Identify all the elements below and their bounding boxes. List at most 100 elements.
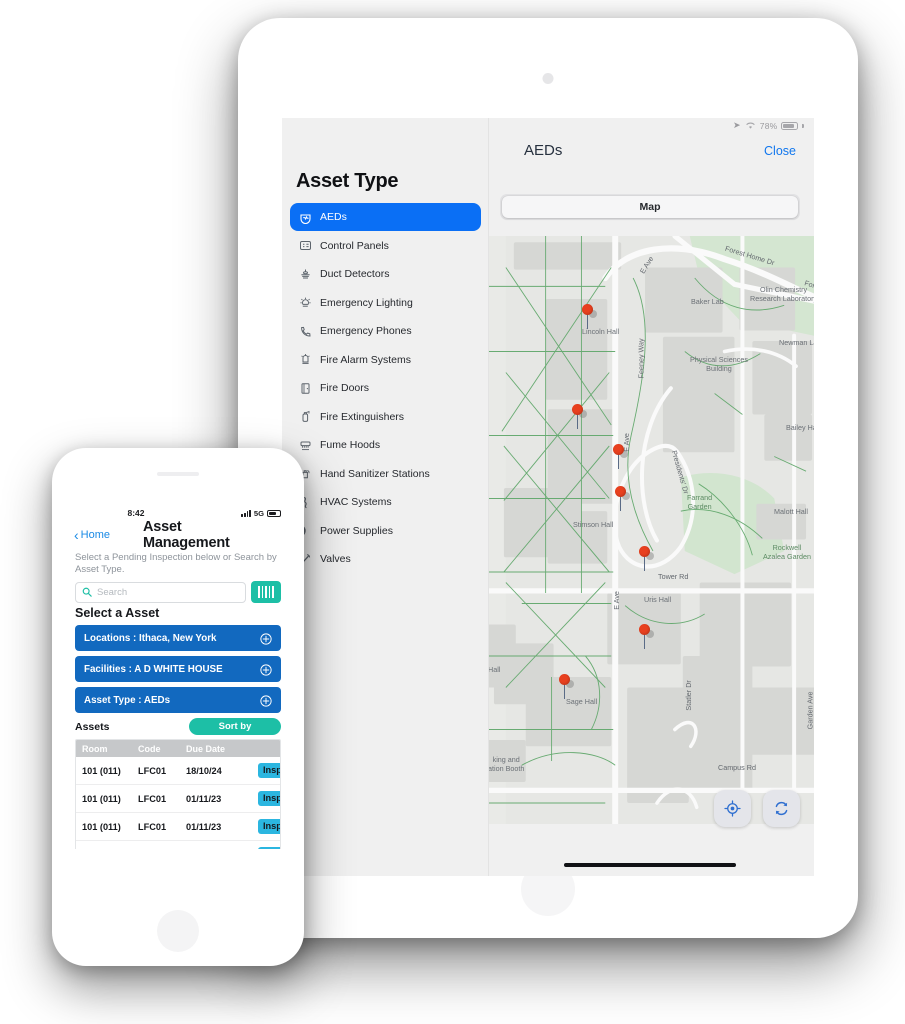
locate-me-button[interactable] bbox=[714, 790, 751, 827]
instructions-text: Select a Pending Inspection below or Sea… bbox=[75, 552, 277, 576]
refresh-icon bbox=[775, 801, 788, 816]
pin-stick bbox=[587, 313, 589, 329]
pin-head bbox=[559, 674, 570, 685]
sidebar-item-power-supplies[interactable]: Power Supplies bbox=[290, 517, 481, 545]
map-pin-marker[interactable] bbox=[615, 486, 630, 512]
location-arrow-icon: ➤ bbox=[733, 120, 741, 130]
map-pin-marker[interactable] bbox=[613, 444, 628, 470]
pin-stick bbox=[564, 683, 566, 699]
pin-stick bbox=[618, 453, 620, 469]
pin-stick bbox=[620, 495, 622, 511]
column-header: Room bbox=[82, 743, 108, 754]
chevron-left-icon: ‹ bbox=[74, 526, 79, 543]
sort-by-button[interactable]: Sort by bbox=[189, 718, 281, 736]
map-pin-marker[interactable] bbox=[639, 624, 654, 650]
sidebar-item-label: HVAC Systems bbox=[320, 496, 392, 508]
map-title: AEDs bbox=[524, 142, 563, 159]
view-segmented-control[interactable]: Map bbox=[500, 194, 800, 220]
page-title: Asset Management bbox=[143, 519, 230, 551]
pin-head bbox=[572, 404, 583, 415]
tab-map[interactable]: Map bbox=[502, 196, 798, 218]
asset-selector-list: Locations : Ithaca, New York Facilities :… bbox=[75, 625, 281, 714]
sidebar-item-valves[interactable]: Valves bbox=[290, 545, 481, 573]
asset-selector-2[interactable]: Facilities : A D WHITE HOUSE bbox=[75, 656, 281, 683]
select-asset-heading: Select a Asset bbox=[75, 606, 160, 621]
phone-screen: 8:42 5G ‹ Home Asset Management Select a… bbox=[66, 504, 290, 849]
table-row: 101 (011) LFC01 01/11/23 Inspect bbox=[76, 785, 280, 814]
back-button[interactable]: ‹ Home bbox=[74, 526, 110, 543]
aed-heart-shield-icon bbox=[300, 213, 311, 224]
close-button[interactable]: Close bbox=[764, 144, 796, 158]
inspect-button[interactable]: Inspect bbox=[258, 819, 280, 835]
sidebar-item-control-panels[interactable]: Control Panels bbox=[290, 232, 481, 260]
plus-circle-icon[interactable] bbox=[260, 694, 272, 707]
status-time: 8:42 bbox=[127, 508, 145, 518]
pin-head bbox=[582, 304, 593, 315]
cell-code: LFC01 bbox=[138, 765, 167, 776]
inspect-button[interactable]: Inspect bbox=[258, 763, 280, 779]
map-pin-marker[interactable] bbox=[639, 546, 654, 572]
sidebar-title: Asset Type bbox=[296, 170, 399, 192]
table-row: 101 (011) LFC01 01/11/23 Inspect bbox=[76, 813, 280, 842]
control-panel-icon-wrap bbox=[299, 239, 312, 252]
door-icon-wrap bbox=[299, 382, 312, 395]
barcode-scan-button[interactable] bbox=[251, 581, 281, 604]
search-icon bbox=[82, 587, 92, 598]
sidebar-item-label: Duct Detectors bbox=[320, 268, 390, 280]
sidebar-item-label: Fume Hoods bbox=[320, 439, 381, 451]
pin-stick bbox=[644, 633, 646, 649]
inspect-button[interactable]: Inspect bbox=[258, 791, 280, 807]
inspect-button[interactable]: Inspect bbox=[258, 847, 280, 849]
sidebar-item-hand-sanitizer-stations[interactable]: Hand Sanitizer Stations bbox=[290, 460, 481, 488]
sidebar-item-label: Valves bbox=[320, 553, 351, 565]
phone-device: 8:42 5G ‹ Home Asset Management Select a… bbox=[52, 448, 304, 966]
asset-selector-3[interactable]: Asset Type : AEDs bbox=[75, 687, 281, 714]
plus-circle-icon[interactable] bbox=[260, 632, 272, 645]
sidebar-item-fire-doors[interactable]: Fire Doors bbox=[290, 374, 481, 402]
cell-due-date: 01/11/23 bbox=[186, 793, 222, 804]
pin-stick bbox=[577, 413, 579, 429]
plus-circle-icon[interactable] bbox=[260, 663, 272, 676]
phone-earpiece bbox=[157, 472, 199, 476]
segmented-control-wrap: Map bbox=[486, 192, 814, 222]
asset-selector-1[interactable]: Locations : Ithaca, New York bbox=[75, 625, 281, 652]
sidebar-item-emergency-phones[interactable]: Emergency Phones bbox=[290, 317, 481, 345]
sidebar-item-hvac-systems[interactable]: HVAC Systems bbox=[290, 488, 481, 516]
battery-percent-label: 78% bbox=[759, 120, 778, 131]
aed-heart-shield-icon-wrap bbox=[299, 211, 312, 224]
duct-detector-icon bbox=[301, 269, 310, 278]
sidebar-item-fire-alarm-systems[interactable]: Fire Alarm Systems bbox=[290, 346, 481, 374]
ipad-status-bar: ➤ 78% bbox=[733, 120, 804, 131]
search-row: Search bbox=[75, 581, 281, 604]
sidebar-item-label: Power Supplies bbox=[320, 524, 393, 537]
fume-hood-icon-wrap bbox=[299, 439, 312, 452]
fire-alarm-icon-wrap bbox=[299, 353, 312, 366]
column-header: Due Date bbox=[186, 743, 226, 754]
search-placeholder: Search bbox=[97, 586, 128, 598]
cell-code: LFC01 bbox=[138, 821, 167, 832]
assets-header-row: Assets Sort by bbox=[75, 718, 281, 736]
map-pin-marker[interactable] bbox=[582, 304, 597, 330]
search-input[interactable]: Search bbox=[75, 581, 246, 603]
sidebar-item-label: Control Panels bbox=[320, 239, 389, 252]
sidebar-item-fume-hoods[interactable]: Fume Hoods bbox=[290, 431, 481, 459]
column-header: Code bbox=[138, 743, 161, 754]
phone-content: Select a Pending Inspection below or Sea… bbox=[66, 548, 290, 849]
sidebar-item-label: Emergency Lighting bbox=[320, 296, 413, 309]
cell-room: 101 (011) bbox=[82, 765, 121, 776]
map-pin-marker[interactable] bbox=[572, 404, 587, 430]
sidebar-item-aeds[interactable]: AEDs bbox=[290, 203, 481, 231]
sidebar-item-fire-extinguishers[interactable]: Fire Extinguishers bbox=[290, 403, 481, 431]
map-canvas[interactable]: E Ave Forest Home Dr Forest Baker Lab Olin C… bbox=[486, 236, 814, 824]
phone-home-button[interactable] bbox=[157, 910, 199, 952]
refresh-button[interactable] bbox=[763, 790, 800, 827]
map-pin-marker[interactable] bbox=[559, 674, 574, 700]
sidebar-item-emergency-lighting[interactable]: Emergency Lighting bbox=[290, 289, 481, 317]
signal-bars-icon bbox=[241, 509, 251, 517]
emergency-light-icon bbox=[300, 297, 311, 307]
sidebar-item-duct-detectors[interactable]: Duct Detectors bbox=[290, 260, 481, 288]
cell-due-date: 01/11/23 bbox=[186, 821, 222, 832]
map-panel: ➤ 78% AEDs Close Map E Ave Forest Home D… bbox=[486, 118, 814, 876]
sidebar-item-label: Fire Doors bbox=[320, 382, 370, 394]
map-footer bbox=[486, 790, 814, 876]
